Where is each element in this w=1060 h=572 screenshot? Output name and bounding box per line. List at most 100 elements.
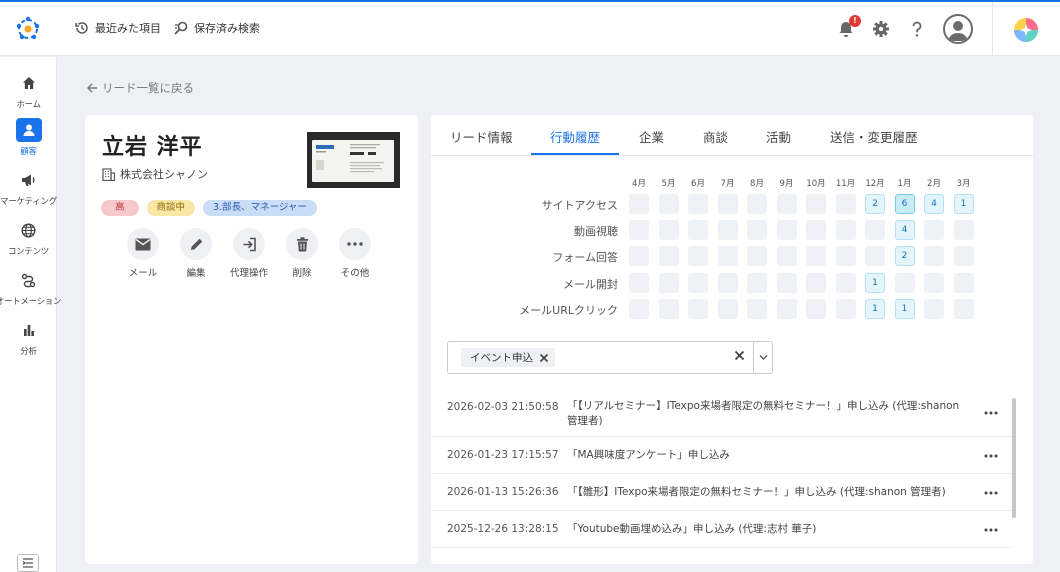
tab-deals[interactable]: 商談 [703,127,728,146]
recent-items-link[interactable]: 最近みた項目 [74,20,161,36]
tab-activity[interactable]: 活動 [766,127,791,146]
header-divider [992,2,993,56]
heatmap-cell [629,246,649,267]
sidebar-expand-button[interactable] [17,554,39,572]
edit-action-label: 編集 [186,268,206,279]
sidebar-item-label: コンテンツ [7,247,49,257]
heatmap-cell[interactable]: 4 [894,220,915,241]
deal-status-badge: 商談中 [146,200,196,216]
expand-menu-icon [22,558,33,568]
more-horizontal-icon [339,228,371,260]
saved-search-icon [174,21,188,35]
more-action-button[interactable]: その他 [339,228,371,279]
activity-text: 「Youtube動画埋め込み」申し込み (代理:志村 華子) [567,523,817,535]
heatmap-cell[interactable]: 1 [865,298,885,319]
clear-filter-button[interactable] [734,350,745,364]
activity-filter-select[interactable]: イベント申込 [447,341,773,374]
notification-button[interactable]: ! [835,15,861,40]
heatmap-cell [835,298,856,319]
heatmap-cell [747,246,767,267]
list-item[interactable]: 2026-01-23 17:15:57 「MA興味度アンケート」申し込み [431,437,1013,474]
tab-company[interactable]: 企業 [639,127,664,146]
heatmap-cell [924,272,944,293]
heatmap-cell [776,194,797,214]
app-logo-icon[interactable] [14,15,42,43]
activity-text: 「【リアルセミナー】ITexpo来場者限定の無料セミナー！」申し込み (代理:s… [567,400,960,427]
heatmap-cell [658,298,679,319]
building-icon [102,167,115,181]
sidebar-item-home[interactable]: ホーム [0,71,57,115]
month-label: 2月 [927,179,941,189]
heatmap-cell [747,194,767,214]
heatmap-cell [658,272,679,293]
heatmap-cell[interactable]: 1 [894,298,915,319]
sidebar-item-label: マーケティング [0,197,57,207]
delete-action-button[interactable]: 削除 [286,228,318,279]
month-label: 11月 [835,179,856,189]
month-label: 10月 [806,179,826,189]
sidebar-item-automation[interactable]: オートメーション [0,268,62,312]
list-item[interactable]: 2026-01-13 15:26:36 「【雛形】ITexpo来場者限定の無料セ… [431,474,1013,511]
help-button[interactable] [906,18,928,40]
sidebar-item-label: ホーム [16,100,41,110]
back-to-lead-list-link[interactable]: リード一覧に戻る [86,80,194,96]
edit-action-button[interactable]: 編集 [180,228,212,279]
ai-assistant-icon[interactable] [1012,16,1040,44]
heatmap-cell [688,246,708,267]
heatmap-cell [953,272,974,293]
filter-dropdown-toggle[interactable] [758,352,769,366]
heatmap-cell[interactable]: 6 [894,194,915,214]
heatmap-cell [747,298,767,319]
heatmap-cell[interactable]: 1 [953,194,974,214]
recent-items-label: 最近みた項目 [95,22,161,35]
heatmap-cell[interactable]: 2 [894,246,915,267]
heatmap-cell[interactable]: 2 [865,194,885,214]
heatmap-cell[interactable]: 4 [924,194,944,214]
detail-tabs: リード情報 行動履歴 企業 商談 活動 送信・変更履歴 [431,115,1033,156]
settings-button[interactable] [870,18,892,40]
lead-name: 立岩 洋平 [102,135,203,160]
back-link-label: リード一覧に戻る [102,81,194,95]
proxy-action-button[interactable]: 代理操作 [230,228,268,279]
heatmap-cell [688,272,708,293]
heatmap-cell [688,194,708,214]
heatmap-cell [776,220,797,241]
heatmap-cell [658,246,679,267]
sidebar-item-contents[interactable]: コンテンツ [0,218,57,262]
list-item[interactable]: 2026-02-03 21:50:58 「【リアルセミナー】ITexpo来場者限… [431,388,1013,437]
heatmap-cell [658,220,679,241]
sidebar-item-customers[interactable]: 顧客 [0,118,57,162]
sidebar-item-analytics[interactable]: 分析 [0,318,57,362]
mail-action-button[interactable]: メール [127,228,159,279]
heatmap-cell [747,220,767,241]
scrollbar-thumb[interactable] [1012,398,1016,518]
active-tab-indicator [531,153,619,155]
tab-send-change-history[interactable]: 送信・変更履歴 [830,127,918,146]
month-label: 9月 [779,179,794,189]
lead-company: 株式会社シャノン [102,166,208,182]
heatmap-cell[interactable]: 1 [865,272,885,293]
more-horizontal-icon[interactable] [983,451,999,461]
tab-lead-info[interactable]: リード情報 [450,127,513,146]
business-card-image[interactable] [307,132,400,188]
clear-icon [734,350,745,361]
saved-search-link[interactable]: 保存済み検索 [173,20,260,36]
sidebar-item-marketing[interactable]: マーケティング [0,168,57,212]
sidebar: ホーム 顧客 マーケティング コンテンツ オートメーション 分析 [0,57,62,572]
tab-behavior-history[interactable]: 行動履歴 [550,127,600,146]
activity-scrollbar[interactable] [1010,388,1017,564]
heatmap-row-label: メールURLクリック [519,303,618,317]
user-avatar[interactable] [943,14,973,44]
heatmap-cell [806,272,826,293]
more-horizontal-icon[interactable] [983,525,999,535]
trash-icon [286,228,318,260]
top-header: 最近みた項目 保存済み検索 ! [0,2,1060,56]
heatmap-cell [865,220,885,241]
list-item[interactable]: 2025-12-26 13:28:15 「Youtube動画埋め込み」申し込み … [431,511,1013,548]
chip-remove-button[interactable] [539,353,549,363]
more-horizontal-icon[interactable] [983,408,999,418]
more-horizontal-icon[interactable] [983,488,999,498]
filter-divider [753,342,754,373]
sidebar-item-label: オートメーション [0,297,62,307]
heatmap-cell [629,272,649,293]
